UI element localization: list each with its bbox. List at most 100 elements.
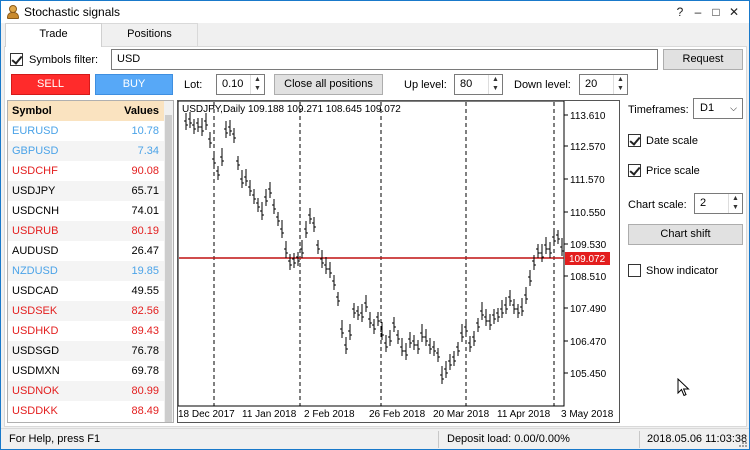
table-row[interactable]: USDSEK 82.56 [8, 301, 165, 321]
resize-grip-icon[interactable] [738, 438, 747, 447]
table-row[interactable]: USDCNH 74.01 [8, 201, 165, 221]
close-button[interactable]: ✕ [725, 4, 743, 20]
table-row[interactable]: USDCHF 90.08 [8, 161, 165, 181]
symbol-cell: USDRUB [12, 225, 59, 237]
up-level-stepper[interactable]: 80 ▲ ▼ [454, 74, 503, 95]
lot-label: Lot: [184, 79, 203, 91]
timeframes-label: Timeframes: [628, 104, 689, 116]
price-axis-label: 105.450 [570, 369, 607, 380]
price-scale-label: Price scale [646, 165, 700, 177]
price-axis-label: 110.550 [570, 208, 606, 219]
value-cell: 82.56 [131, 305, 159, 317]
symbol-cell: GBPUSD [12, 145, 59, 157]
date-scale-checkbox[interactable] [628, 134, 641, 147]
price-axis-label: 112.570 [570, 142, 606, 153]
sell-button[interactable]: SELL [11, 74, 90, 95]
symbol-cell: AUDUSD [12, 245, 59, 257]
table-row[interactable]: USDCAD 49.55 [8, 281, 165, 301]
lot-stepper[interactable]: 0.10 ▲ ▼ [216, 74, 265, 95]
mouse-cursor-icon [677, 378, 690, 397]
plot-area [178, 101, 565, 407]
symbol-cell: USDHKD [12, 325, 59, 337]
price-chart[interactable]: USDJPY,Daily 109.188 109.271 108.645 109… [177, 100, 620, 423]
chart-scale-label: Chart scale: [628, 199, 687, 211]
symbols-filter-input[interactable]: USD [111, 49, 658, 70]
scrollbar-thumb[interactable] [165, 115, 172, 422]
table-row[interactable]: USDJPY 65.71 [8, 181, 165, 201]
table-row[interactable]: USDNOK 80.99 [8, 381, 165, 401]
symbol-cell: USDCNH [12, 205, 60, 217]
down-level-stepper[interactable]: 20 ▲ ▼ [579, 74, 628, 95]
price-scale-checkbox[interactable] [628, 164, 641, 177]
date-axis-label: 18 Dec 2017 [178, 409, 235, 420]
price-axis-label: 111.570 [570, 175, 605, 186]
table-row[interactable]: USDRUB 80.19 [8, 221, 165, 241]
chart-scale-stepper[interactable]: 2 ▲ ▼ [694, 193, 743, 214]
title-bar[interactable]: Stochastic signals ? – □ ✕ [1, 1, 749, 23]
date-axis-label: 2 Feb 2018 [304, 409, 355, 420]
spin-up-icon[interactable]: ▲ [614, 75, 627, 84]
symbol-cell: USDDKK [12, 405, 58, 417]
symbol-cell: USDSEK [12, 305, 58, 317]
table-row[interactable]: GBPUSD 7.34 [8, 141, 165, 161]
symbol-cell: NZDUSD [12, 265, 58, 277]
timeframe-select[interactable]: D1 ⌵ [693, 98, 743, 119]
column-header-symbol[interactable]: Symbol [8, 101, 105, 121]
spin-down-icon[interactable]: ▼ [251, 84, 264, 93]
up-level-value: 80 [460, 78, 473, 90]
table-row[interactable]: USDMXN 69.78 [8, 361, 165, 381]
spin-down-icon[interactable]: ▼ [729, 203, 742, 212]
maximize-button[interactable]: □ [707, 4, 725, 20]
tab-trade[interactable]: Trade [5, 23, 102, 47]
value-cell: 76.78 [131, 345, 159, 357]
chevron-down-icon: ⌵ [730, 103, 737, 113]
symbol-cell: USDNOK [12, 385, 60, 397]
spin-down-icon[interactable]: ▼ [489, 84, 502, 93]
app-person-icon [6, 5, 20, 19]
table-row[interactable]: NZDUSD 19.85 [8, 261, 165, 281]
buy-button[interactable]: BUY [95, 74, 173, 95]
spin-up-icon[interactable]: ▲ [251, 75, 264, 84]
up-level-label: Up level: [404, 79, 447, 91]
table-row[interactable]: AUDUSD 26.47 [8, 241, 165, 261]
chart-header-text: USDJPY,Daily 109.188 109.271 108.645 109… [182, 104, 401, 115]
date-axis-label: 26 Feb 2018 [369, 409, 426, 420]
symbols-filter-checkbox[interactable] [10, 53, 23, 66]
tab-strip: Trade Positions [5, 23, 198, 47]
value-cell: 49.55 [131, 285, 159, 297]
price-axis-label: 106.470 [570, 337, 607, 348]
symbols-filter-label: Symbols filter: [29, 54, 99, 66]
column-header-values[interactable]: Values [105, 101, 165, 121]
close-all-positions-button[interactable]: Close all positions [274, 74, 383, 95]
tab-positions[interactable]: Positions [101, 23, 198, 46]
value-cell: 69.78 [131, 365, 159, 377]
spin-up-icon[interactable]: ▲ [729, 194, 742, 203]
show-indicator-checkbox[interactable] [628, 264, 641, 277]
value-cell: 26.47 [131, 245, 159, 257]
symbols-table[interactable]: Symbol Values EURUSD 10.78 GBPUSD 7.34 USDCH… [7, 100, 174, 423]
price-axis-label: 113.610 [570, 111, 606, 122]
minimize-button[interactable]: – [689, 4, 707, 20]
help-button[interactable]: ? [671, 4, 689, 20]
symbol-cell: USDMXN [12, 365, 60, 377]
date-axis-label: 3 May 2018 [561, 409, 614, 420]
chart-shift-button[interactable]: Chart shift [628, 224, 743, 245]
down-level-label: Down level: [514, 79, 571, 91]
chart-canvas: USDJPY,Daily 109.188 109.271 108.645 109… [178, 101, 614, 420]
table-row[interactable]: USDSGD 76.78 [8, 341, 165, 361]
date-axis-label: 11 Jan 2018 [242, 409, 297, 420]
window-title: Stochastic signals [24, 5, 121, 19]
symbol-cell: USDSGD [12, 345, 60, 357]
table-row[interactable]: USDDKK 88.49 [8, 401, 165, 421]
request-button[interactable]: Request [663, 49, 743, 70]
table-row[interactable]: EURUSD 10.78 [8, 121, 165, 141]
value-cell: 80.19 [131, 225, 159, 237]
table-row[interactable]: USDHKD 89.43 [8, 321, 165, 341]
table-scrollbar[interactable] [164, 101, 173, 422]
spin-up-icon[interactable]: ▲ [489, 75, 502, 84]
value-cell: 10.78 [131, 125, 159, 137]
lot-value: 0.10 [222, 78, 244, 90]
value-cell: 65.71 [131, 185, 159, 197]
value-cell: 80.99 [131, 385, 159, 397]
spin-down-icon[interactable]: ▼ [614, 84, 627, 93]
